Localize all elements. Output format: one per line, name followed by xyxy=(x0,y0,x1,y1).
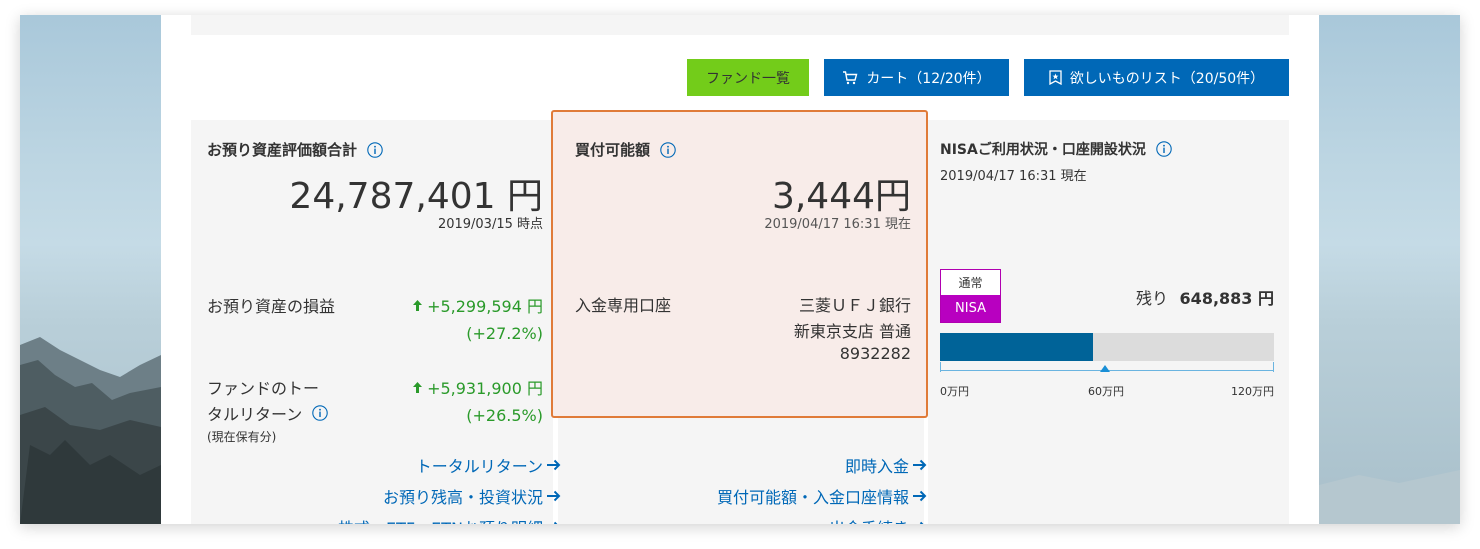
cart-icon xyxy=(842,70,858,85)
arrow-right-icon xyxy=(547,521,561,524)
buying-power-title-text: 買付可能額 xyxy=(575,141,651,159)
arrow-right-icon xyxy=(547,459,561,471)
nisa-as-of: 2019/04/17 16:31 現在 xyxy=(940,169,1087,184)
nisa-badge-bottom: NISA xyxy=(941,295,1000,322)
cart-button-label: カート（12/20件） xyxy=(866,70,991,87)
nisa-title-text: NISAご利用状況・口座開設状況 xyxy=(940,142,1146,158)
bank-name: 三菱ＵＦＪ銀行 xyxy=(798,296,911,315)
tr-label-line1: ファンドのトー xyxy=(207,379,320,398)
buying-power-as-of: 2019/04/17 16:31 現在 xyxy=(764,217,911,232)
wishlist-button-label: 欲しいものリスト（20/50件） xyxy=(1069,70,1265,87)
up-arrow-icon xyxy=(413,299,423,311)
axis-tick xyxy=(1273,362,1274,372)
link-instant-deposit-label: 即時入金 xyxy=(844,457,909,476)
tr-value: +5,931,900 円 xyxy=(413,375,543,399)
link-balance-status[interactable]: お預り残高・投資状況 xyxy=(383,484,561,508)
nisa-position-marker xyxy=(1100,365,1110,372)
link-total-return-label: トータルリターン xyxy=(415,457,543,476)
nisa-type-badge: 通常 NISA xyxy=(940,269,1001,323)
link-total-return[interactable]: トータルリターン xyxy=(416,453,561,477)
fund-list-button-label: ファンド一覧 xyxy=(706,70,790,87)
link-withdrawal-label: 出金手続き xyxy=(829,515,909,524)
bank-account-number: 8932282 xyxy=(839,344,911,363)
axis-tick xyxy=(940,362,941,372)
nisa-usage-bar-fill xyxy=(940,333,1093,361)
buying-power-amount: 3,444円 xyxy=(771,176,911,217)
assets-total: 24,787,401 円 xyxy=(289,176,543,217)
bookmark-star-icon xyxy=(1049,70,1062,85)
link-buying-power-info[interactable]: 買付可能額・入金口座情報 xyxy=(717,484,927,508)
nisa-remaining-value: 648,883 円 xyxy=(1179,289,1274,308)
wishlist-button[interactable]: 欲しいものリスト（20/50件） xyxy=(1024,59,1289,96)
link-balance-status-label: お預り残高・投資状況 xyxy=(382,488,543,507)
axis-label-max: 120万円 xyxy=(1231,385,1274,398)
mountain-background-left xyxy=(20,337,161,524)
tr-label-line2-text: タルリターン xyxy=(207,405,303,424)
axis-label-mid: 60万円 xyxy=(1088,385,1124,398)
pl-pct: (+27.2%) xyxy=(466,324,543,343)
up-arrow-icon xyxy=(413,381,423,393)
link-stock-details[interactable]: 株式・ETF・ETNお預り明細 xyxy=(338,515,561,524)
axis-label-min: 0万円 xyxy=(940,385,969,398)
fund-list-button[interactable]: ファンド一覧 xyxy=(687,59,809,96)
pl-value-text: +5,299,594 円 xyxy=(427,297,543,316)
tr-value-text: +5,931,900 円 xyxy=(427,379,543,398)
arrow-right-icon xyxy=(913,490,927,502)
link-withdrawal[interactable]: 出金手続き xyxy=(829,515,927,524)
mountain-background-right xyxy=(1319,470,1460,524)
arrow-right-icon xyxy=(913,521,927,524)
tr-label-line2: タルリターン xyxy=(207,401,328,425)
link-stock-details-label: 株式・ETF・ETNお預り明細 xyxy=(338,515,543,524)
assets-title: お預り資産評価額合計 xyxy=(207,139,383,160)
nisa-remaining-label: 残り xyxy=(1136,289,1169,308)
nisa-title: NISAご利用状況・口座開設状況 xyxy=(940,139,1172,159)
top-strip xyxy=(191,15,1289,35)
pl-value: +5,299,594 円 xyxy=(413,293,543,317)
assets-title-text: お預り資産評価額合計 xyxy=(207,141,358,159)
nisa-usage-bar xyxy=(940,333,1274,361)
info-icon[interactable] xyxy=(660,141,676,158)
info-icon[interactable] xyxy=(312,405,328,421)
info-icon[interactable] xyxy=(367,141,383,158)
info-icon[interactable] xyxy=(1156,141,1172,157)
tr-note: (現在保有分) xyxy=(207,430,277,444)
arrow-right-icon xyxy=(913,459,927,471)
buying-power-title: 買付可能額 xyxy=(575,139,676,160)
assets-as-of: 2019/03/15 時点 xyxy=(437,217,543,232)
nisa-badge-top: 通常 xyxy=(958,276,983,290)
pl-label: お預り資産の損益 xyxy=(207,297,336,316)
link-instant-deposit[interactable]: 即時入金 xyxy=(845,453,927,477)
cart-button[interactable]: カート（12/20件） xyxy=(824,59,1009,96)
browser-viewport: ファンド一覧 カート（12/20件） 欲しいものリスト（20/50件） お預り資… xyxy=(20,15,1460,524)
deposit-account-label: 入金専用口座 xyxy=(575,296,672,315)
arrow-right-icon xyxy=(547,490,561,502)
tr-pct: (+26.5%) xyxy=(466,406,543,425)
link-buying-power-info-label: 買付可能額・入金口座情報 xyxy=(716,488,909,507)
bank-branch: 新東京支店 普通 xyxy=(793,322,911,341)
dashboard-content: ファンド一覧 カート（12/20件） 欲しいものリスト（20/50件） お預り資… xyxy=(161,15,1319,524)
